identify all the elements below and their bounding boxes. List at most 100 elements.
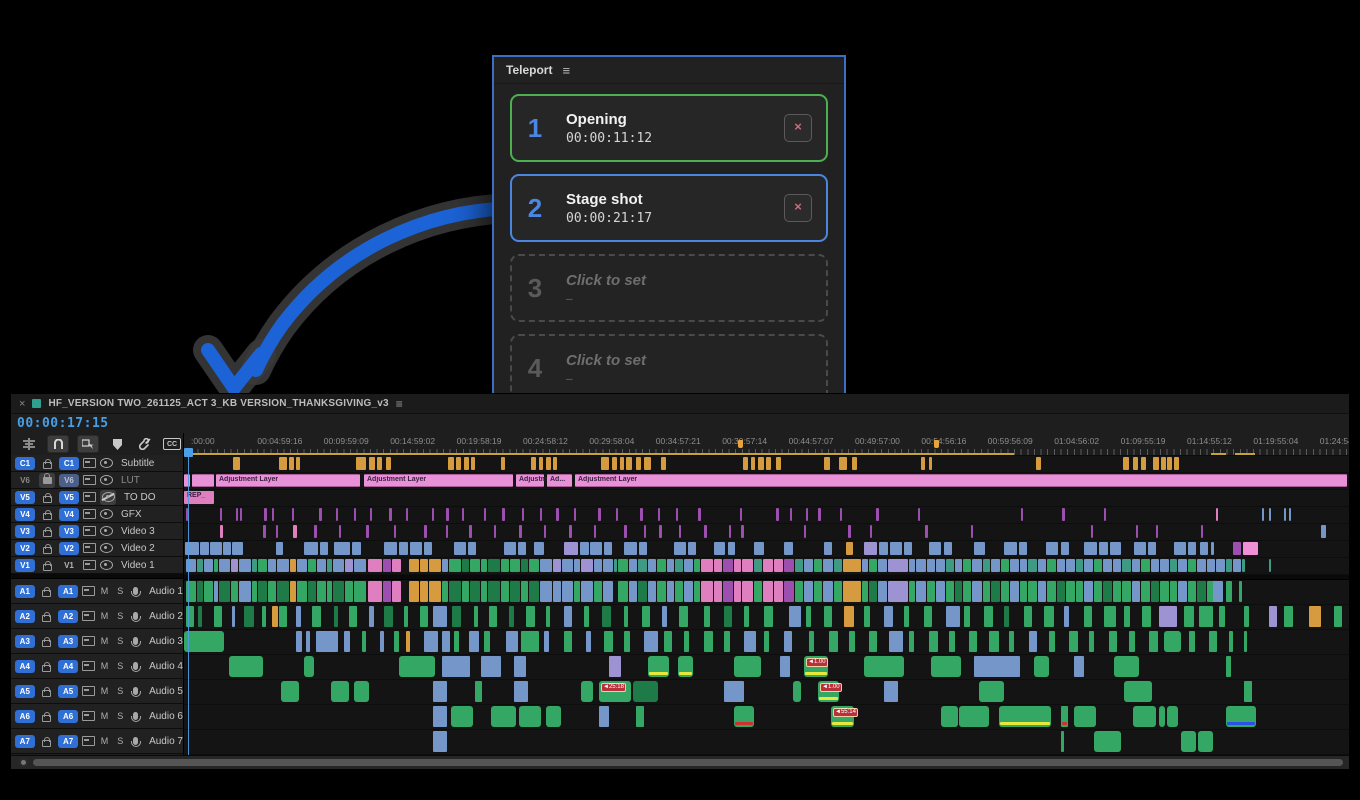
clip[interactable] bbox=[679, 525, 681, 538]
clip[interactable] bbox=[888, 559, 908, 572]
clip[interactable] bbox=[219, 581, 230, 602]
lock-icon[interactable] bbox=[43, 462, 52, 469]
clip[interactable] bbox=[959, 706, 989, 727]
clip[interactable] bbox=[204, 581, 213, 602]
clip[interactable] bbox=[616, 508, 618, 521]
clip[interactable] bbox=[392, 559, 401, 572]
clip[interactable] bbox=[936, 559, 945, 572]
clip[interactable] bbox=[1009, 631, 1014, 652]
clip[interactable] bbox=[272, 508, 274, 521]
clip[interactable] bbox=[456, 457, 461, 470]
clip[interactable] bbox=[424, 542, 432, 555]
clip[interactable] bbox=[904, 542, 912, 555]
clip[interactable] bbox=[824, 606, 832, 627]
clip[interactable]: Ad... bbox=[547, 474, 572, 487]
voiceover-record-icon[interactable] bbox=[133, 687, 138, 695]
clip[interactable] bbox=[369, 606, 374, 627]
clip[interactable] bbox=[470, 559, 480, 572]
clip[interactable] bbox=[659, 525, 662, 538]
clip[interactable] bbox=[370, 508, 372, 521]
clip[interactable] bbox=[929, 542, 941, 555]
clip[interactable] bbox=[814, 559, 822, 572]
clip[interactable] bbox=[946, 581, 954, 602]
clip[interactable] bbox=[1099, 542, 1108, 555]
clip[interactable]: Adjustment Layer bbox=[216, 474, 360, 487]
clip[interactable] bbox=[263, 525, 266, 538]
clip[interactable] bbox=[410, 542, 422, 555]
clip[interactable] bbox=[198, 606, 202, 627]
clip[interactable] bbox=[648, 656, 669, 677]
clip[interactable] bbox=[694, 581, 700, 602]
clip[interactable] bbox=[1197, 581, 1206, 602]
clip[interactable] bbox=[1132, 559, 1140, 572]
clip[interactable] bbox=[392, 581, 401, 602]
clip[interactable] bbox=[1200, 542, 1208, 555]
teleport-slot-4[interactable]: 4Click to set– bbox=[510, 334, 828, 398]
clip[interactable] bbox=[1209, 631, 1217, 652]
clip[interactable] bbox=[424, 525, 427, 538]
clip[interactable] bbox=[258, 559, 267, 572]
clip[interactable] bbox=[1122, 581, 1131, 602]
clip[interactable] bbox=[594, 525, 596, 538]
clip[interactable] bbox=[1113, 581, 1121, 602]
clip[interactable] bbox=[1233, 559, 1241, 572]
close-icon[interactable]: × bbox=[19, 398, 25, 410]
clip[interactable] bbox=[510, 581, 520, 602]
clip[interactable] bbox=[662, 606, 667, 627]
toggle-track-output-icon[interactable] bbox=[100, 543, 113, 553]
clip[interactable] bbox=[446, 525, 448, 538]
track-lane-lut[interactable]: Adjustment LayerAdjustment LayerAdjustm.… bbox=[184, 473, 1349, 490]
clip[interactable] bbox=[277, 559, 289, 572]
track-target-button[interactable]: A4 bbox=[58, 660, 78, 673]
clip[interactable] bbox=[223, 542, 231, 555]
voiceover-record-icon[interactable] bbox=[133, 612, 138, 620]
toggle-track-output-icon[interactable] bbox=[100, 526, 113, 536]
clip[interactable] bbox=[1244, 631, 1247, 652]
clip[interactable] bbox=[590, 542, 602, 555]
clip[interactable] bbox=[1181, 731, 1196, 752]
clip[interactable] bbox=[501, 581, 509, 602]
clip[interactable] bbox=[834, 581, 842, 602]
clip[interactable] bbox=[946, 559, 954, 572]
clip[interactable] bbox=[1047, 581, 1056, 602]
clip[interactable] bbox=[909, 581, 915, 602]
track-target-button[interactable]: A2 bbox=[58, 610, 78, 623]
clip[interactable] bbox=[795, 581, 803, 602]
clip[interactable]: ◄1.00 bbox=[804, 656, 828, 677]
clip[interactable] bbox=[540, 508, 542, 521]
clip[interactable] bbox=[334, 606, 338, 627]
clip[interactable] bbox=[1269, 508, 1271, 521]
clip[interactable] bbox=[684, 581, 693, 602]
clip[interactable] bbox=[327, 581, 332, 602]
clip[interactable] bbox=[354, 559, 366, 572]
clip[interactable] bbox=[1160, 581, 1169, 602]
clip[interactable] bbox=[377, 457, 382, 470]
clip[interactable] bbox=[521, 581, 528, 602]
solo-button[interactable]: S bbox=[114, 686, 126, 696]
clip[interactable] bbox=[1207, 559, 1215, 572]
clip[interactable] bbox=[409, 559, 419, 572]
clip[interactable] bbox=[214, 606, 222, 627]
clip[interactable] bbox=[936, 581, 945, 602]
clip[interactable] bbox=[674, 542, 686, 555]
clip[interactable] bbox=[1034, 656, 1049, 677]
clip[interactable] bbox=[406, 631, 410, 652]
clip[interactable] bbox=[644, 631, 658, 652]
clip[interactable] bbox=[1334, 606, 1342, 627]
clip[interactable] bbox=[1049, 631, 1055, 652]
clip[interactable] bbox=[701, 559, 713, 572]
clip[interactable] bbox=[1174, 457, 1179, 470]
source-patch-button[interactable]: V5 bbox=[15, 491, 35, 504]
clip[interactable] bbox=[553, 559, 561, 572]
sync-lock-icon[interactable] bbox=[83, 458, 96, 468]
clip[interactable] bbox=[239, 581, 251, 602]
clip[interactable] bbox=[839, 457, 847, 470]
clip[interactable] bbox=[1213, 581, 1223, 602]
clip[interactable] bbox=[1229, 631, 1233, 652]
clip[interactable] bbox=[1028, 581, 1037, 602]
clip[interactable] bbox=[312, 606, 321, 627]
track-lane-audio-4[interactable]: ◄1.00 bbox=[184, 655, 1349, 680]
clip[interactable] bbox=[319, 508, 322, 521]
clip[interactable] bbox=[292, 508, 294, 521]
sync-lock-icon[interactable] bbox=[83, 543, 96, 553]
